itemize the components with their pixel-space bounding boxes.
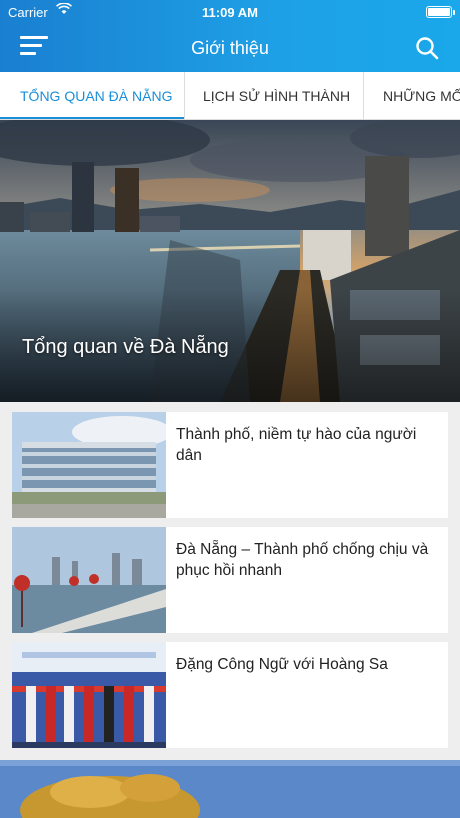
tab-overview[interactable]: TỔNG QUAN ĐÀ NẴNG — [20, 72, 172, 119]
status-bar: Carrier 11:09 AM — [0, 0, 460, 24]
tab-bar: TỔNG QUAN ĐÀ NẴNG LỊCH SỬ HÌNH THÀNH NHỮ… — [0, 72, 460, 120]
app-header: Carrier 11:09 AM Giới thiệu — [0, 0, 460, 72]
article-title: Đặng Công Ngữ với Hoàng Sa — [176, 656, 388, 673]
tab-divider — [184, 72, 185, 119]
battery-icon — [426, 6, 455, 18]
hero-banner[interactable]: Tổng quan về Đà Nẵng — [0, 120, 460, 402]
article-card[interactable]: Đặng Công Ngữ với Hoàng Sa — [12, 642, 448, 748]
article-title: Đà Nẵng – Thành phố chống chịu và phục h… — [176, 541, 429, 579]
article-title: Thành phố, niềm tự hào của người dân — [176, 426, 417, 464]
article-card[interactable]: Thành phố, niềm tự hào của người dân — [12, 412, 448, 518]
tab-divider — [363, 72, 364, 119]
article-thumbnail — [12, 527, 166, 633]
hero-caption: Tổng quan về Đà Nẵng — [22, 336, 229, 358]
tab-milestones[interactable]: NHỮNG MỐC — [383, 72, 460, 119]
hero-image — [0, 120, 460, 402]
search-icon[interactable] — [414, 35, 440, 61]
next-feature-image[interactable] — [0, 760, 460, 818]
tab-history[interactable]: LỊCH SỬ HÌNH THÀNH — [203, 72, 350, 119]
clock: 11:09 AM — [202, 5, 258, 20]
article-thumbnail — [12, 412, 166, 518]
page-title: Giới thiệu — [191, 38, 269, 58]
article-card[interactable]: Đà Nẵng – Thành phố chống chịu và phục h… — [12, 527, 448, 633]
article-thumbnail — [12, 642, 166, 748]
